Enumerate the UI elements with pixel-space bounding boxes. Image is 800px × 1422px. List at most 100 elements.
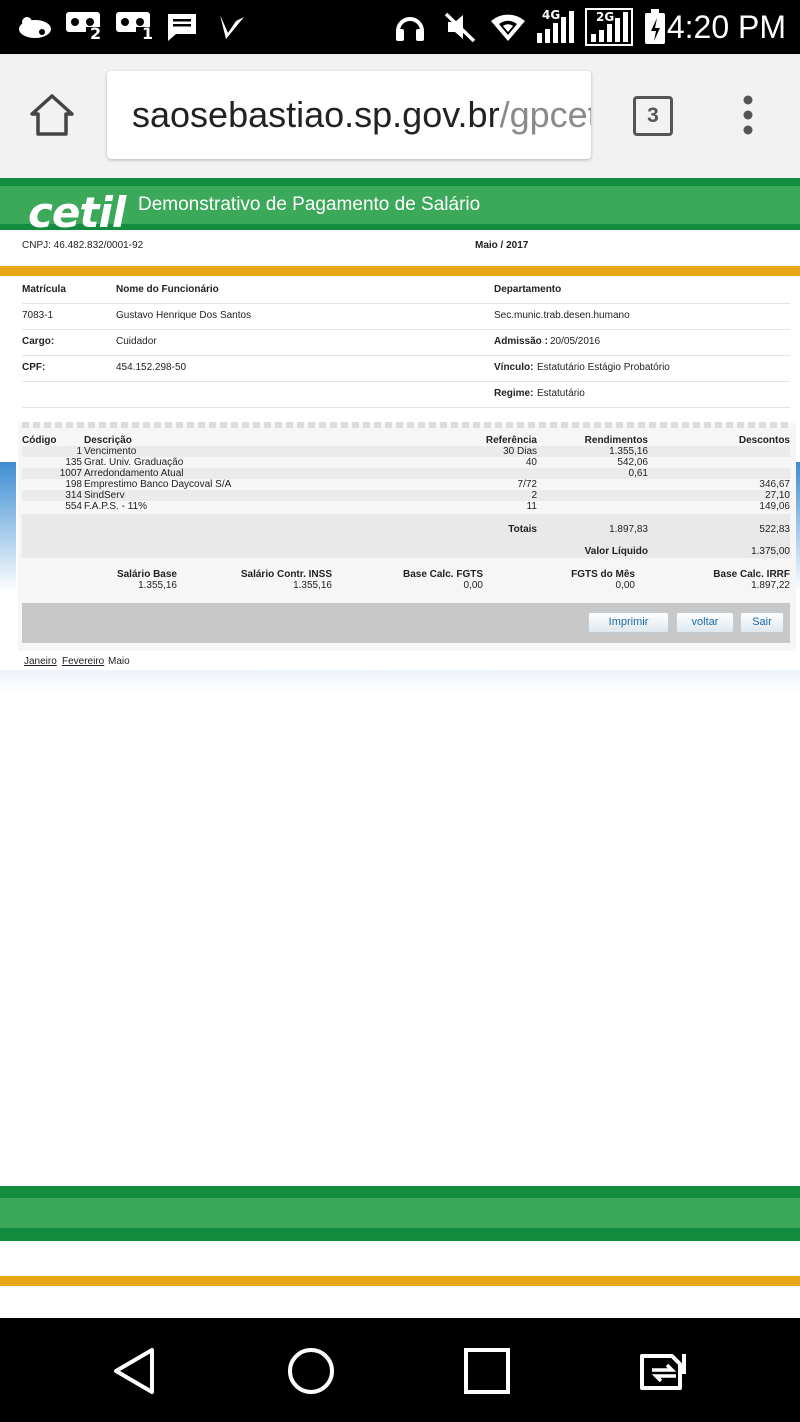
month-link-label[interactable]: Fevereiro xyxy=(62,656,104,667)
page-title: Demonstrativo de Pagamento de Salário xyxy=(138,194,481,215)
overflow-menu-icon[interactable] xyxy=(740,94,756,136)
cpf-label: CPF: xyxy=(22,362,46,373)
cell: 7/72 xyxy=(517,479,537,490)
admissao-label: Admissão : xyxy=(494,336,548,347)
cargo-label: Cargo: xyxy=(22,336,55,347)
dashed-border xyxy=(22,422,792,428)
url-bar[interactable]: saosebastiao.sp.gov.br/gpcetil xyxy=(107,71,591,159)
cell: 1 xyxy=(76,446,82,457)
cpf-value: 454.152.298-50 xyxy=(116,362,187,373)
col-codigo: Código xyxy=(22,435,57,446)
side-accent xyxy=(0,462,16,592)
divider xyxy=(22,381,790,382)
payslip-page: cetil Demonstrativo de Pagamento de Salá… xyxy=(0,178,800,1318)
cell: F.A.P.S. - 11% xyxy=(84,501,147,512)
regime-label: Regime: xyxy=(494,388,534,399)
cell: Vencimento xyxy=(84,446,137,457)
table-row: 314 SindServ 2 27,10 xyxy=(22,490,790,501)
tab-switcher-button[interactable]: 3 xyxy=(633,96,673,136)
regime-value: Estatutário xyxy=(537,388,585,399)
cetil-logo: cetil xyxy=(28,188,126,237)
nome-label: Nome do Funcionário xyxy=(116,284,219,295)
vinculo-value: Estatutário Estágio Probatório xyxy=(537,362,670,373)
col-descontos: Descontos xyxy=(738,435,790,446)
cell: 30 Dias xyxy=(503,446,537,457)
totais-descontos: 522,83 xyxy=(759,524,790,535)
back-button[interactable]: voltar xyxy=(676,612,734,633)
side-accent xyxy=(796,462,800,592)
month-link-janeiro[interactable]: Janeiro xyxy=(24,656,57,667)
back-icon[interactable] xyxy=(110,1346,160,1396)
orange-divider xyxy=(0,266,800,276)
divider xyxy=(22,303,790,304)
calc-irrf-value: 1.897,22 xyxy=(751,580,790,591)
cell: Arredondamento Atual xyxy=(84,468,184,479)
divider xyxy=(22,407,790,408)
cell: 27,10 xyxy=(764,490,790,501)
col-rendimentos: Rendimentos xyxy=(584,435,648,446)
table-row: 1 Vencimento 30 Dias 1.355,16 xyxy=(22,446,790,457)
cell: 554 xyxy=(65,501,82,512)
fade-band xyxy=(0,670,800,694)
wifi-icon xyxy=(488,8,528,46)
network-4g-label: 4G xyxy=(542,8,561,22)
col-referencia: Referência xyxy=(485,435,537,446)
print-button[interactable]: Imprimir xyxy=(588,612,669,633)
table-header: Código Descrição Referência Rendimentos … xyxy=(22,435,790,446)
calc-irrf-label: Base Calc. IRRF xyxy=(713,569,790,580)
cell: 314 xyxy=(65,490,82,501)
departamento-label: Departamento xyxy=(494,284,562,295)
cell: 542,06 xyxy=(617,457,648,468)
departamento-value: Sec.munic.trab.desen.humano xyxy=(494,310,630,321)
table-row: 554 F.A.P.S. - 11% 11 149,06 xyxy=(22,501,790,512)
voicemail-badge: 1 xyxy=(142,24,154,43)
navigation-bar xyxy=(0,1318,800,1422)
period-text: Maio / 2017 xyxy=(475,240,529,251)
voicemail-badge: 2 xyxy=(90,24,102,43)
matricula-label: Matrícula xyxy=(22,284,66,295)
nome-value: Gustavo Henrique Dos Santos xyxy=(116,310,252,321)
table-row: 135 Grat. Univ. Graduação 40 542,06 xyxy=(22,457,790,468)
signal-4g-icon: 4G xyxy=(534,8,580,46)
cell: 1007 xyxy=(59,468,82,479)
cell: Emprestimo Banco Daycoval S/A xyxy=(84,479,232,490)
cell: SindServ xyxy=(84,490,125,501)
col-descricao: Descrição xyxy=(84,435,132,446)
cnpj-text: CNPJ: 46.482.832/0001-92 xyxy=(22,240,144,251)
cell: 11 xyxy=(526,501,537,512)
month-link-label[interactable]: Janeiro xyxy=(24,656,57,667)
action-bar xyxy=(22,603,790,643)
mute-icon xyxy=(440,8,480,46)
home-icon[interactable] xyxy=(28,92,78,140)
switch-sim-icon[interactable] xyxy=(636,1348,694,1394)
cell: 135 xyxy=(65,457,82,468)
exit-button[interactable]: Sair xyxy=(740,612,784,633)
cell: 149,06 xyxy=(759,501,790,512)
cell: 2 xyxy=(531,490,537,501)
checkmark-app-icon xyxy=(214,8,250,46)
recents-icon[interactable] xyxy=(462,1346,512,1396)
cell: 1.355,16 xyxy=(609,446,648,457)
cell: 346,67 xyxy=(759,479,790,490)
table-row: 198 Emprestimo Banco Daycoval S/A 7/72 3… xyxy=(22,479,790,490)
matricula-value: 7083-1 xyxy=(22,310,54,321)
clock: 4:20 PM xyxy=(666,9,786,45)
weather-icon xyxy=(14,8,54,46)
footer-stripe xyxy=(0,1198,800,1228)
cell: 40 xyxy=(525,457,537,468)
month-link-fevereiro[interactable]: Fevereiro xyxy=(62,656,104,667)
footer-orange-divider xyxy=(0,1276,800,1286)
cell: Grat. Univ. Graduação xyxy=(84,457,184,468)
battery-icon xyxy=(642,8,668,46)
status-bar: 2 1 4G 2G 4:20 PM xyxy=(0,0,800,54)
message-icon xyxy=(164,8,200,46)
table-row: 1007 Arredondamento Atual 0,61 xyxy=(22,468,790,479)
liquido-value: 1.375,00 xyxy=(751,546,790,557)
signal-2g-icon: 2G xyxy=(584,8,634,46)
divider xyxy=(22,329,790,330)
month-current: Maio xyxy=(108,656,130,667)
divider xyxy=(22,355,790,356)
voicemail-1-icon: 1 xyxy=(114,8,154,46)
home-nav-icon[interactable] xyxy=(286,1346,336,1396)
cell: 0,61 xyxy=(628,468,648,479)
